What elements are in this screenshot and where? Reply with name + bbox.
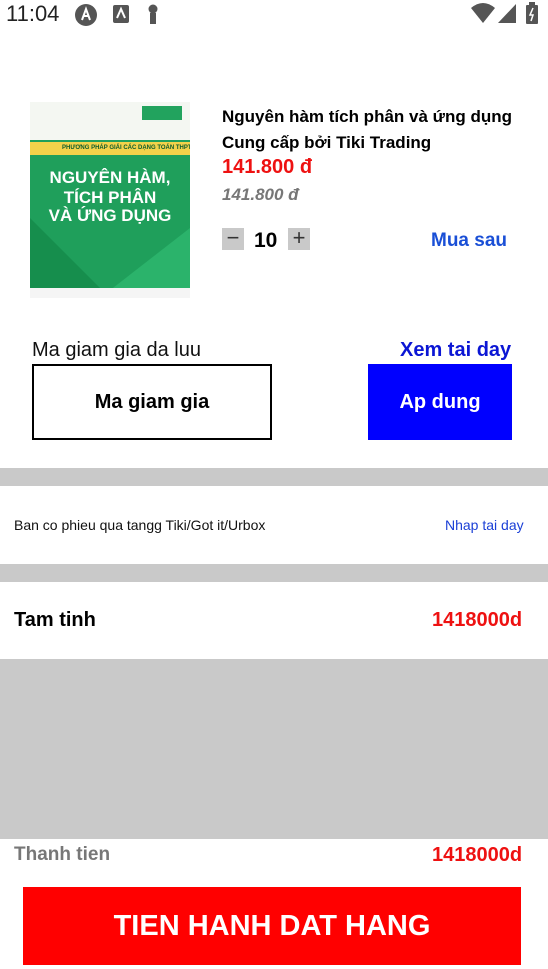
product-original-price: 141.800 đ (222, 185, 299, 204)
see-coupons-link[interactable]: Xem tai day (400, 339, 511, 362)
divider (0, 564, 548, 582)
subtotal-label: Tam tinh (14, 609, 96, 631)
battery-icon (525, 2, 539, 29)
subtotal-value: 1418000d (432, 609, 523, 631)
wifi-icon (470, 2, 496, 29)
divider (0, 468, 548, 486)
product-image[interactable]: PHƯƠNG PHÁP GIẢI CÁC DẠNG TOÁN THPT NGUY… (30, 102, 190, 298)
place-order-button[interactable]: TIEN HANH DAT HANG (23, 887, 521, 965)
saved-coupon-label: Ma giam gia da luu (32, 339, 201, 361)
quantity-decrease-button[interactable]: − (222, 227, 244, 250)
cover-title-line2: TÍCH PHÂN (63, 188, 157, 207)
product-price: 141.800 đ (222, 156, 313, 178)
cover-title-line3: VÀ ỨNG DỤNG (48, 206, 172, 225)
product-title: Nguyên hàm tích phân và ứng dụng (222, 107, 512, 126)
buy-later-link[interactable]: Mua sau (431, 230, 507, 252)
person-notification-icon (145, 3, 167, 25)
product-info: Nguyên hàm tích phân và ứng dụng Cung cấ… (222, 104, 532, 156)
signal-icon (497, 2, 517, 29)
quantity-increase-button[interactable]: + (288, 227, 310, 250)
quantity-value: 10 (254, 229, 278, 252)
enter-voucher-link[interactable]: Nhap tai day (445, 517, 524, 533)
apply-coupon-button[interactable]: Ap dung (368, 364, 512, 440)
total-label: Thanh tien (14, 844, 111, 865)
total-value: 1418000d (432, 844, 523, 866)
cover-title-line1: NGUYÊN HÀM, (49, 168, 171, 187)
cover-header (30, 102, 190, 140)
android-notification-icon (74, 3, 97, 26)
cover-strip: PHƯƠNG PHÁP GIẢI CÁC DẠNG TOÁN THPT (30, 142, 190, 155)
coupon-input[interactable]: Ma giam gia (32, 364, 272, 440)
product-seller: Cung cấp bởi Tiki Trading (222, 133, 432, 152)
gift-voucher-text: Ban co phieu qua tangg Tiki/Got it/Urbox (14, 517, 266, 533)
status-time: 11:04 (6, 1, 60, 26)
app-notification-icon (111, 3, 133, 25)
empty-gray-area (0, 659, 548, 839)
